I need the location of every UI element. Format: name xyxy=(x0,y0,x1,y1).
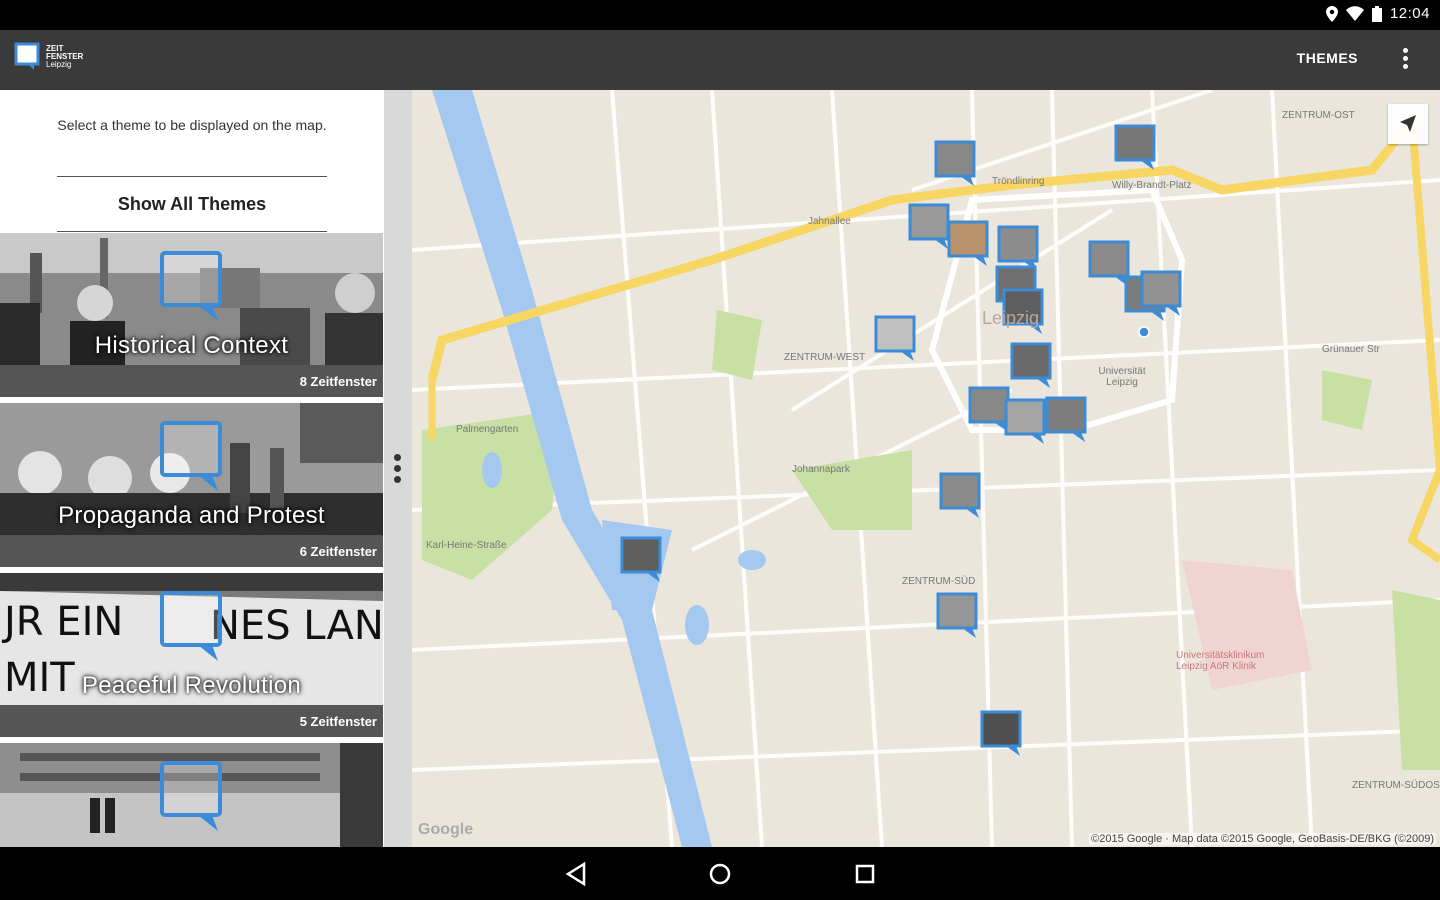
zeitfenster-bubble-icon xyxy=(160,761,222,831)
svg-text:NES LAND: NES LAND xyxy=(210,603,383,649)
app-bar: ZEIT FENSTER Leipzig THEMES xyxy=(0,30,1440,90)
map-label: Karl-Heine-Straße xyxy=(426,540,507,551)
logo-text: ZEIT FENSTER Leipzig xyxy=(46,45,83,69)
divider xyxy=(57,176,327,177)
theme-card-historical-context[interactable]: Historical Context 8 Zeitfenster xyxy=(0,233,383,400)
theme-count: 5 Zeitfenster xyxy=(299,714,377,729)
zeitfenster-marker[interactable] xyxy=(934,140,978,188)
zeitfenster-marker[interactable] xyxy=(1045,396,1089,444)
recents-icon[interactable] xyxy=(850,859,880,889)
logo-icon xyxy=(14,42,40,70)
panel-intro: Select a theme to be displayed on the ma… xyxy=(0,90,384,232)
map-label: Willy-Brandt-Platz xyxy=(1112,180,1192,191)
map-label: Grünauer Str xyxy=(1322,344,1380,355)
themes-button[interactable]: THEMES xyxy=(1297,50,1358,66)
theme-count: 6 Zeitfenster xyxy=(299,544,377,559)
theme-count-bar: 5 Zeitfenster xyxy=(0,705,383,737)
map-label: Leipzig xyxy=(982,308,1040,328)
show-all-themes-button[interactable]: Show All Themes xyxy=(0,194,384,215)
theme-title: Peaceful Revolution xyxy=(81,672,302,699)
map-label: Palmengarten xyxy=(456,424,519,435)
zeitfenster-bubble-icon xyxy=(160,421,222,491)
map-label: Universität Leipzig xyxy=(1098,366,1146,388)
theme-count: 8 Zeitfenster xyxy=(299,374,377,389)
current-location-dot xyxy=(1138,326,1150,338)
map-copyright[interactable]: ©2015 Google · Map data ©2015 Google, Ge… xyxy=(1089,833,1436,845)
zeitfenster-marker[interactable] xyxy=(1004,398,1048,446)
zeitfenster-marker[interactable] xyxy=(980,710,1024,758)
zeitfenster-marker[interactable] xyxy=(947,220,991,268)
zeitfenster-marker[interactable] xyxy=(1140,270,1184,318)
zeitfenster-marker[interactable] xyxy=(1010,342,1054,390)
theme-card-4[interactable] xyxy=(0,743,383,847)
my-location-button[interactable] xyxy=(1388,104,1428,144)
home-icon[interactable] xyxy=(705,859,735,889)
theme-count-bar: 6 Zeitfenster xyxy=(0,535,383,567)
google-logo: Google xyxy=(418,821,474,838)
map-label: ZENTRUM-OST xyxy=(1282,110,1355,121)
status-time: 12:04 xyxy=(1389,5,1430,22)
themes-panel: Select a theme to be displayed on the ma… xyxy=(0,90,384,847)
zeitfenster-marker[interactable] xyxy=(908,203,952,251)
location-icon xyxy=(1325,5,1338,22)
logo-line-3: Leipzig xyxy=(46,60,72,69)
wifi-icon xyxy=(1345,6,1364,21)
divider xyxy=(57,231,327,232)
intro-text: Select a theme to be displayed on the ma… xyxy=(57,117,327,133)
theme-count-bar: 8 Zeitfenster xyxy=(0,365,383,397)
theme-title: Historical Context xyxy=(94,332,289,359)
drag-handle-icon[interactable] xyxy=(394,450,401,487)
zeitfenster-marker[interactable] xyxy=(620,536,664,584)
theme-title: Propaganda and Protest xyxy=(58,502,325,529)
map-label: Universitätsklinikum Leipzig AöR Klinik xyxy=(1176,650,1265,672)
map-view[interactable]: ZENTRUM-WEST ZENTRUM-SÜD ZENTRUM-OST ZEN… xyxy=(412,90,1440,847)
system-nav-bar xyxy=(0,847,1440,900)
map-label: ZENTRUM-SÜD xyxy=(902,576,976,587)
overflow-menu-icon[interactable] xyxy=(1398,45,1412,75)
theme-card-propaganda-and-protest[interactable]: Propaganda and Protest 6 Zeitfenster xyxy=(0,403,383,570)
app-logo[interactable]: ZEIT FENSTER Leipzig xyxy=(14,42,83,72)
zeitfenster-marker[interactable] xyxy=(1114,124,1158,172)
svg-text:JR EIN: JR EIN xyxy=(1,599,123,645)
battery-icon xyxy=(1371,5,1382,22)
map-label: ZENTRUM-SÜDOST xyxy=(1352,780,1440,791)
map-label: Tröndlinring xyxy=(992,176,1045,187)
zeitfenster-marker[interactable] xyxy=(939,472,983,520)
map-label: ZENTRUM-WEST xyxy=(784,352,866,363)
status-bar: 12:04 xyxy=(0,0,1440,30)
navigation-arrow-icon xyxy=(1400,115,1416,132)
zeitfenster-bubble-icon xyxy=(160,251,222,321)
theme-card-peaceful-revolution[interactable]: JR EIN NES LAND MIT Peaceful Revolution … xyxy=(0,573,383,740)
zeitfenster-marker[interactable] xyxy=(936,592,980,640)
map-label: Jahnallee xyxy=(808,216,851,227)
map-label: Johannapark xyxy=(792,464,850,475)
status-icons: 12:04 xyxy=(1325,5,1430,22)
back-icon[interactable] xyxy=(562,859,592,889)
zeitfenster-bubble-icon xyxy=(160,591,222,661)
zeitfenster-marker[interactable] xyxy=(874,315,918,363)
panel-splitter[interactable] xyxy=(384,90,412,847)
